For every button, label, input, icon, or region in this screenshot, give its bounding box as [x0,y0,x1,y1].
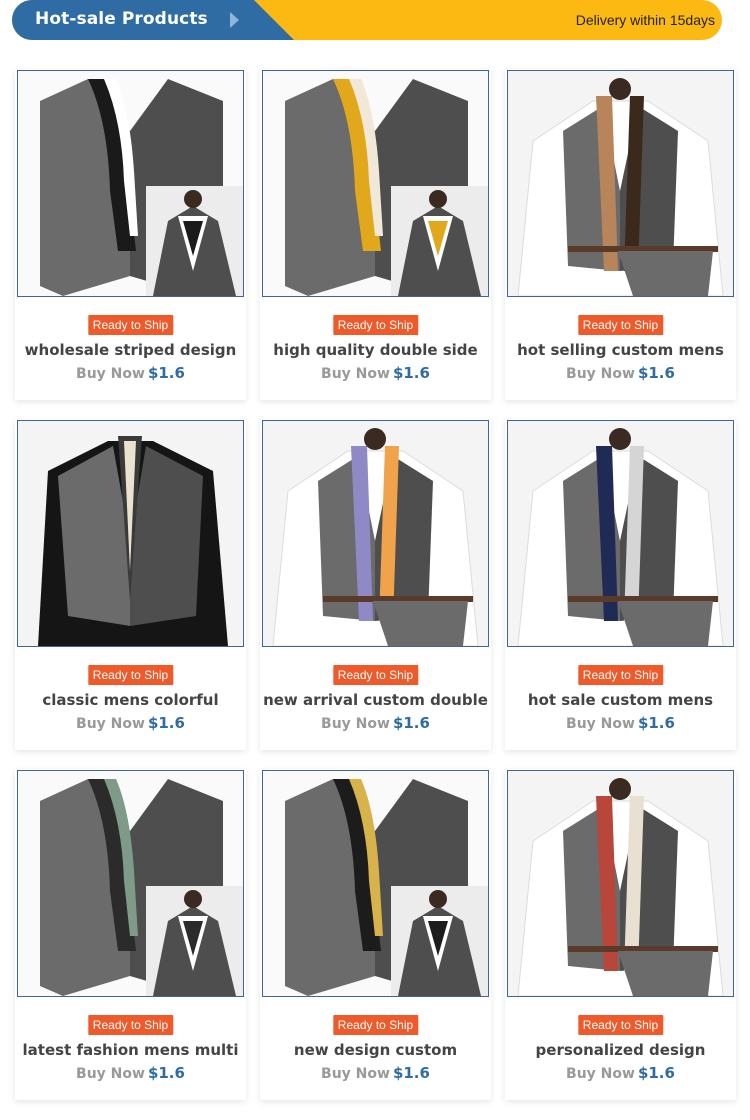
product-card[interactable]: Ready to Ship new arrival custom double … [260,419,491,750]
buy-now-link[interactable]: Buy Now [566,716,635,732]
ready-to-ship-badge: Ready to Ship [577,1015,664,1035]
product-name[interactable]: wholesale striped design [15,341,246,359]
product-image[interactable] [17,770,244,997]
product-image[interactable] [17,420,244,647]
product-price: $1.6 [637,1064,675,1082]
product-photo [18,771,243,996]
product-image[interactable] [262,420,489,647]
delivery-note: Delivery within 15days [575,12,715,28]
ready-to-ship-badge: Ready to Ship [87,1015,174,1035]
product-price: $1.6 [637,714,675,732]
ready-to-ship-badge: Ready to Ship [332,665,419,685]
product-price: $1.6 [637,364,675,382]
price-line: Buy Now $1.6 [505,364,736,383]
product-name[interactable]: hot selling custom mens [505,341,736,359]
product-name[interactable]: high quality double side [260,341,491,359]
price-line: Buy Now $1.6 [15,714,246,733]
price-line: Buy Now $1.6 [15,1064,246,1083]
product-card[interactable]: Ready to Ship latest fashion mens multi … [15,769,246,1100]
ready-to-ship-badge: Ready to Ship [332,1015,419,1035]
product-price: $1.6 [392,364,430,382]
price-line: Buy Now $1.6 [260,714,491,733]
product-photo [508,421,733,646]
price-line: Buy Now $1.6 [505,714,736,733]
product-photo [263,421,488,646]
product-image[interactable] [262,770,489,997]
buy-now-link[interactable]: Buy Now [76,716,145,732]
buy-now-link[interactable]: Buy Now [321,366,390,382]
product-card[interactable]: Ready to Ship hot selling custom mens Bu… [505,69,736,400]
product-name[interactable]: personalized design [505,1041,736,1059]
buy-now-link[interactable]: Buy Now [76,1066,145,1082]
product-photo [18,71,243,296]
price-line: Buy Now $1.6 [260,1064,491,1083]
product-name[interactable]: classic mens colorful [15,691,246,709]
product-name[interactable]: hot sale custom mens [505,691,736,709]
product-photo [508,771,733,996]
product-card[interactable]: Ready to Ship personalized design Buy No… [505,769,736,1100]
ready-to-ship-badge: Ready to Ship [87,665,174,685]
product-card[interactable]: Ready to Ship wholesale striped design B… [15,69,246,400]
chevron-right-icon[interactable] [230,12,239,28]
product-photo [508,71,733,296]
product-image[interactable] [262,70,489,297]
product-image[interactable] [17,70,244,297]
price-line: Buy Now $1.6 [260,364,491,383]
product-card[interactable]: Ready to Ship new design custom Buy Now $… [260,769,491,1100]
product-price: $1.6 [147,1064,185,1082]
product-name[interactable]: latest fashion mens multi [15,1041,246,1059]
product-photo [18,421,243,646]
buy-now-link[interactable]: Buy Now [566,1066,635,1082]
ready-to-ship-badge: Ready to Ship [577,315,664,335]
product-name[interactable]: new design custom [260,1041,491,1059]
product-photo [263,71,488,296]
product-card[interactable]: Ready to Ship hot sale custom mens Buy N… [505,419,736,750]
hot-sale-banner[interactable]: Hot-sale Products Delivery within 15days [12,0,722,40]
ready-to-ship-badge: Ready to Ship [87,315,174,335]
product-image[interactable] [507,70,734,297]
product-card[interactable]: Ready to Ship high quality double side B… [260,69,491,400]
ready-to-ship-badge: Ready to Ship [332,315,419,335]
buy-now-link[interactable]: Buy Now [76,366,145,382]
product-image[interactable] [507,420,734,647]
buy-now-link[interactable]: Buy Now [321,1066,390,1082]
ready-to-ship-badge: Ready to Ship [577,665,664,685]
price-line: Buy Now $1.6 [505,1064,736,1083]
buy-now-link[interactable]: Buy Now [566,366,635,382]
product-price: $1.6 [392,1064,430,1082]
product-photo [263,771,488,996]
product-card[interactable]: Ready to Ship classic mens colorful Buy … [15,419,246,750]
product-image[interactable] [507,770,734,997]
product-price: $1.6 [147,714,185,732]
buy-now-link[interactable]: Buy Now [321,716,390,732]
product-price: $1.6 [392,714,430,732]
product-price: $1.6 [147,364,185,382]
section-title: Hot-sale Products [35,9,208,29]
price-line: Buy Now $1.6 [15,364,246,383]
product-name[interactable]: new arrival custom double [260,691,491,709]
